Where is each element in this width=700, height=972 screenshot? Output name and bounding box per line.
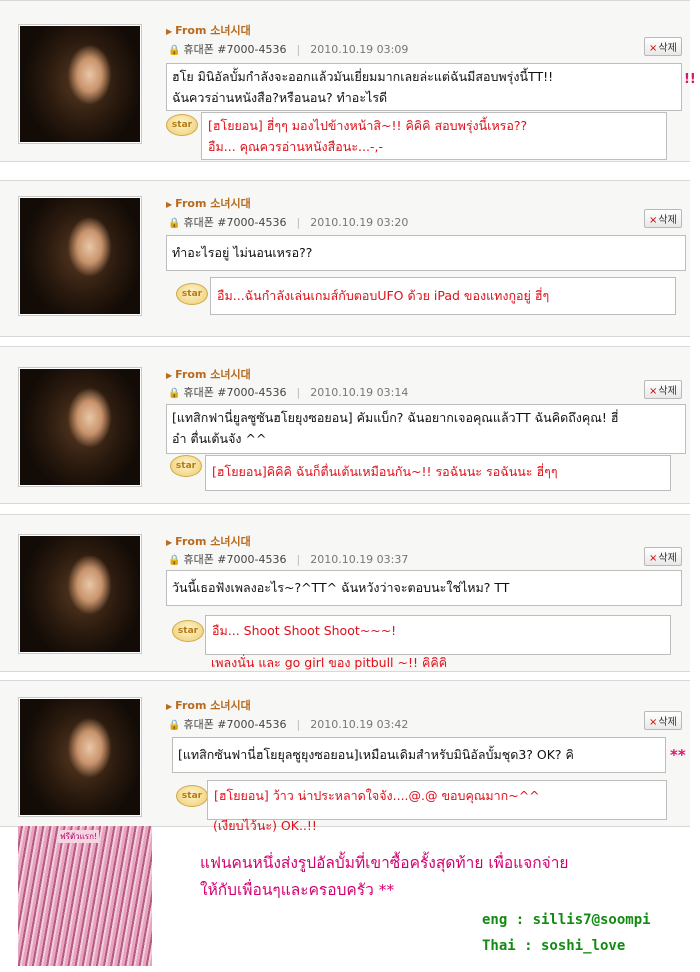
post-date: 2010.10.19 03:14 bbox=[310, 386, 409, 399]
lock-icon: 🔒 bbox=[168, 555, 181, 566]
avatar bbox=[18, 534, 142, 654]
sender-label: ▶ From 소녀시대 bbox=[166, 22, 251, 38]
reply-line: (เงียบไว้นะ) OK..!! bbox=[213, 818, 317, 833]
sender-label: ▶ From 소녀시대 bbox=[166, 533, 251, 549]
star-icon: star bbox=[172, 620, 204, 642]
star-icon: star bbox=[176, 785, 208, 807]
album-photo: ฟรีตัวแรก! bbox=[18, 826, 152, 966]
author-id: 휴대폰 #7000-4536 bbox=[183, 386, 287, 399]
sender-label: ▶ From 소녀시대 bbox=[166, 697, 251, 713]
reply-box: อืม... Shoot Shoot Shoot~~~! bbox=[205, 615, 671, 655]
sender-name: From 소녀시대 bbox=[175, 535, 251, 548]
lock-icon: 🔒 bbox=[168, 45, 181, 56]
sender-name: From 소녀시대 bbox=[175, 197, 251, 210]
reply-line: อืม...ฉันกำลังเล่นเกมส์กับตอบUFO ด้วย iP… bbox=[217, 288, 550, 303]
reply-continuation: (เงียบไว้นะ) OK..!! bbox=[207, 815, 323, 836]
close-icon: × bbox=[649, 43, 658, 54]
reply-box: [ฮโยยอน] ว้าว น่าประหลาดใจจัง....@.@ ขอบ… bbox=[207, 780, 667, 820]
reply-line: [ฮโยยอน] ฮี่ๆๆ มองไปข้างหน้าสิ~!! คิคิคิ… bbox=[208, 118, 528, 133]
caption-line: ให้กับเพื่อนๆและครอบครัว ** bbox=[200, 881, 395, 899]
message-box: [แทสิกฟานี่ยูลซูซันฮโยยุงซอยอน] คัมแบ็ก?… bbox=[166, 404, 686, 454]
post-date: 2010.10.19 03:20 bbox=[310, 216, 409, 229]
message-box: วันนี้เธอฟังเพลงอะไร~?^TT^ ฉันหวังว่าจะต… bbox=[166, 570, 682, 606]
arrow-icon: ▶ bbox=[166, 200, 173, 209]
author-id: 휴대폰 #7000-4536 bbox=[183, 718, 287, 731]
star-icon: star bbox=[170, 455, 202, 477]
credit-eng-bottom: eng : sillis7@soompi bbox=[482, 912, 651, 928]
credit-thai-bottom: Thai : soshi_love bbox=[482, 938, 626, 954]
arrow-icon: ▶ bbox=[166, 371, 173, 380]
close-icon: × bbox=[649, 386, 658, 397]
message-line: [แทสิกซันฟานี่ฮโยยุลซูยุงซอยอน]เหมือนเดิ… bbox=[178, 747, 574, 762]
exclamation-mark: !! bbox=[684, 72, 696, 87]
avatar-photo bbox=[20, 26, 140, 142]
message-box: [แทสิกซันฟานี่ฮโยยุลซูยุงซอยอน]เหมือนเดิ… bbox=[172, 737, 666, 773]
close-icon: × bbox=[649, 553, 658, 564]
reply-box: อืม...ฉันกำลังเล่นเกมส์กับตอบUFO ด้วย iP… bbox=[210, 277, 676, 315]
reply-line: [ฮโยยอน]คิคิคิ ฉันก็ตื่นเต้นเหมือนกัน~!!… bbox=[212, 464, 558, 479]
post-meta: 🔒 휴대폰 #7000-4536 | 2010.10.19 03:14 bbox=[168, 386, 409, 399]
post-meta: 🔒 휴대폰 #7000-4536 | 2010.10.19 03:09 bbox=[168, 43, 409, 56]
sender-label: ▶ From 소녀시대 bbox=[166, 366, 251, 382]
author-id: 휴대폰 #7000-4536 bbox=[183, 553, 287, 566]
message-line: อ๋า ตื่นเต้นจัง ^^ bbox=[172, 431, 267, 446]
message-line: [แทสิกฟานี่ยูลซูซันฮโยยุงซอยอน] คัมแบ็ก?… bbox=[172, 410, 619, 425]
message-line: ฮโย มินิอัลบั้มกำลังจะออกแล้วมันเยี่ยมมา… bbox=[172, 69, 554, 84]
avatar bbox=[18, 196, 142, 316]
author-id: 휴대폰 #7000-4536 bbox=[183, 43, 287, 56]
close-icon: × bbox=[649, 215, 658, 226]
avatar bbox=[18, 24, 142, 144]
post-date: 2010.10.19 03:42 bbox=[310, 718, 409, 731]
message-box: ฮโย มินิอัลบั้มกำลังจะออกแล้วมันเยี่ยมมา… bbox=[166, 63, 682, 111]
post-date: 2010.10.19 03:37 bbox=[310, 553, 409, 566]
post-date: 2010.10.19 03:09 bbox=[310, 43, 409, 56]
reply-line: [ฮโยยอน] ว้าว น่าประหลาดใจจัง....@.@ ขอบ… bbox=[214, 788, 540, 803]
arrow-icon: ▶ bbox=[166, 27, 173, 36]
delete-button[interactable]: ×삭제 bbox=[644, 711, 682, 730]
avatar bbox=[18, 367, 142, 487]
avatar-photo bbox=[20, 198, 140, 314]
caption-line: แฟนคนหนึ่งส่งรูปอัลบั้มที่เขาซื้อครั้งสุ… bbox=[200, 854, 569, 872]
album-label: ฟรีตัวแรก! bbox=[58, 830, 100, 843]
post-meta: 🔒 휴대폰 #7000-4536 | 2010.10.19 03:37 bbox=[168, 553, 409, 566]
delete-button[interactable]: ×삭제 bbox=[644, 380, 682, 399]
reply-line: อืม... Shoot Shoot Shoot~~~! bbox=[212, 623, 397, 638]
reply-continuation: เพลงนั่น และ go girl ของ pitbull ~!! คิค… bbox=[205, 652, 453, 673]
avatar-photo bbox=[20, 536, 140, 652]
delete-button[interactable]: ×삭제 bbox=[644, 37, 682, 56]
lock-icon: 🔒 bbox=[168, 218, 181, 229]
post-meta: 🔒 휴대폰 #7000-4536 | 2010.10.19 03:42 bbox=[168, 718, 409, 731]
sender-label: ▶ From 소녀시대 bbox=[166, 195, 251, 211]
arrow-icon: ▶ bbox=[166, 538, 173, 547]
sender-name: From 소녀시대 bbox=[175, 368, 251, 381]
author-id: 휴대폰 #7000-4536 bbox=[183, 216, 287, 229]
message-line: วันนี้เธอฟังเพลงอะไร~?^TT^ ฉันหวังว่าจะต… bbox=[172, 580, 510, 595]
delete-button[interactable]: ×삭제 bbox=[644, 209, 682, 228]
caption: แฟนคนหนึ่งส่งรูปอัลบั้มที่เขาซื้อครั้งสุ… bbox=[200, 850, 568, 904]
lock-icon: 🔒 bbox=[168, 388, 181, 399]
avatar-photo bbox=[20, 699, 140, 815]
delete-button[interactable]: ×삭제 bbox=[644, 547, 682, 566]
post-meta: 🔒 휴대폰 #7000-4536 | 2010.10.19 03:20 bbox=[168, 216, 409, 229]
asterisk-mark: ** bbox=[670, 746, 686, 764]
message-box: ทำอะไรอยู่ ไม่นอนเหรอ?? bbox=[166, 235, 686, 271]
star-icon: star bbox=[166, 114, 198, 136]
lock-icon: 🔒 bbox=[168, 720, 181, 731]
reply-line: เพลงนั่น และ go girl ของ pitbull ~!! คิค… bbox=[211, 655, 448, 670]
sender-name: From 소녀시대 bbox=[175, 699, 251, 712]
reply-box: [ฮโยยอน]คิคิคิ ฉันก็ตื่นเต้นเหมือนกัน~!!… bbox=[205, 455, 671, 491]
message-line: ทำอะไรอยู่ ไม่นอนเหรอ?? bbox=[172, 245, 313, 260]
avatar-photo bbox=[20, 369, 140, 485]
reply-box: [ฮโยยอน] ฮี่ๆๆ มองไปข้างหน้าสิ~!! คิคิคิ… bbox=[201, 112, 667, 160]
avatar bbox=[18, 697, 142, 817]
reply-line: อืม... คุณควรอ่านหนังสือนะ...-,- bbox=[208, 139, 383, 154]
sender-name: From 소녀시대 bbox=[175, 24, 251, 37]
message-line: ฉันควรอ่านหนังสือ?หรือนอน? ทำอะไรดี bbox=[172, 90, 388, 105]
close-icon: × bbox=[649, 717, 658, 728]
star-icon: star bbox=[176, 283, 208, 305]
arrow-icon: ▶ bbox=[166, 702, 173, 711]
